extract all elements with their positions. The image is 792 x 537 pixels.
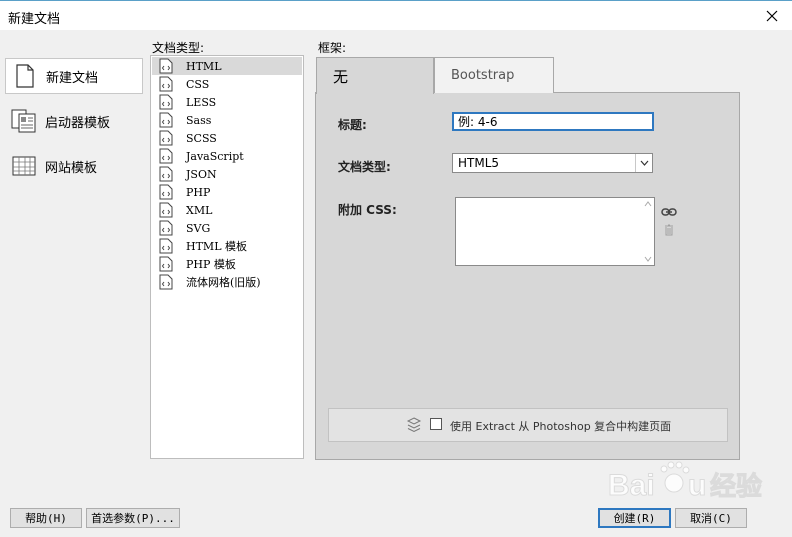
code-file-icon: [159, 148, 173, 164]
doctype-label: HTML: [186, 59, 222, 73]
doctype-label: JSON: [186, 167, 217, 181]
site-template-icon: [11, 153, 37, 179]
doctype-label: PHP: [186, 185, 211, 199]
doctype-label: XML: [186, 203, 213, 217]
close-button[interactable]: [752, 1, 792, 30]
code-file-icon: [159, 238, 173, 254]
svg-text:u: u: [688, 469, 706, 502]
css-field-label: 附加 CSS:: [338, 203, 397, 217]
tab-none[interactable]: 无: [316, 57, 434, 94]
scroll-up-icon[interactable]: [644, 201, 652, 207]
doctype-item-php[interactable]: PHP: [152, 183, 302, 201]
doctype-item-html-template[interactable]: HTML 模板: [152, 237, 302, 255]
doctype-section-label: 文档类型:: [152, 41, 205, 55]
code-file-icon: [159, 94, 173, 110]
scroll-down-icon[interactable]: [644, 256, 652, 262]
category-label: 新建文档: [46, 70, 99, 86]
starter-template-icon: [11, 108, 37, 134]
code-file-icon: [159, 130, 173, 146]
title-bar: 新建文档: [0, 0, 792, 30]
doctype-item-css[interactable]: CSS: [152, 75, 302, 93]
code-file-icon: [159, 166, 173, 182]
framework-section-label: 框架:: [318, 41, 347, 55]
doctype-label: CSS: [186, 77, 210, 91]
title-field-label: 标题:: [338, 118, 367, 132]
attach-css-list[interactable]: [455, 197, 655, 266]
title-input[interactable]: 例: 4-6: [452, 112, 654, 131]
doctype-list[interactable]: HTML CSS LESS Sass SCSS JavaScript JSON …: [150, 55, 304, 459]
tab-bootstrap[interactable]: Bootstrap: [434, 57, 554, 93]
svg-text:Bai: Bai: [608, 469, 655, 502]
link-icon[interactable]: [661, 206, 677, 218]
extract-layers-icon: [406, 417, 422, 433]
baidu-watermark: Bai u 经验: [608, 461, 763, 503]
help-button[interactable]: 帮助(H): [10, 508, 82, 528]
doctype-label: Sass: [186, 113, 212, 127]
doctype-item-less[interactable]: LESS: [152, 93, 302, 111]
code-file-icon: [159, 184, 173, 200]
chevron-down-icon[interactable]: [635, 154, 652, 172]
doctype-select-value: HTML5: [458, 156, 500, 170]
doctype-label: SVG: [186, 221, 211, 235]
trash-icon[interactable]: [664, 224, 674, 236]
category-starter-templates[interactable]: 启动器模板: [5, 103, 143, 139]
code-file-icon: [159, 220, 173, 236]
title-input-value: 例: 4-6: [458, 115, 498, 129]
doctype-label: HTML 模板: [186, 240, 247, 253]
tab-label: 无: [333, 67, 349, 86]
doctype-item-json[interactable]: JSON: [152, 165, 302, 183]
code-file-icon: [159, 274, 173, 290]
doctype-item-fluid-grid[interactable]: 流体网格(旧版): [152, 273, 302, 291]
code-file-icon: [159, 256, 173, 272]
extract-label: 使用 Extract 从 Photoshop 复合中构建页面: [450, 420, 672, 433]
code-file-icon: [159, 58, 173, 74]
preferences-button-label: 首选参数(P)...: [91, 512, 175, 525]
doctype-item-xml[interactable]: XML: [152, 201, 302, 219]
doctype-item-php-template[interactable]: PHP 模板: [152, 255, 302, 273]
doctype-label: SCSS: [186, 131, 217, 145]
doctype-item-javascript[interactable]: JavaScript: [152, 147, 302, 165]
extract-checkbox[interactable]: [430, 418, 442, 430]
doctype-item-sass[interactable]: Sass: [152, 111, 302, 129]
category-label: 启动器模板: [45, 115, 111, 131]
doctype-field-label: 文档类型:: [338, 160, 391, 174]
code-file-icon: [159, 112, 173, 128]
category-site-templates[interactable]: 网站模板: [5, 148, 143, 184]
help-button-label: 帮助(H): [25, 512, 67, 525]
code-file-icon: [159, 202, 173, 218]
doctype-label: LESS: [186, 95, 217, 109]
code-file-icon: [159, 76, 173, 92]
doctype-item-svg[interactable]: SVG: [152, 219, 302, 237]
doctype-select[interactable]: HTML5: [452, 153, 653, 173]
doctype-label: 流体网格(旧版): [186, 276, 261, 289]
window-title: 新建文档: [8, 12, 61, 27]
blank-page-icon: [12, 63, 38, 89]
framework-panel: [315, 92, 740, 460]
preferences-button[interactable]: 首选参数(P)...: [86, 508, 180, 528]
doctype-label: JavaScript: [186, 149, 244, 163]
doctype-item-scss[interactable]: SCSS: [152, 129, 302, 147]
close-icon: [766, 10, 778, 21]
svg-text:经验: 经验: [710, 471, 762, 502]
doctype-label: PHP 模板: [186, 258, 236, 271]
category-new-document[interactable]: 新建文档: [5, 58, 143, 94]
tab-label: Bootstrap: [451, 68, 515, 83]
doctype-item-html[interactable]: HTML: [152, 57, 302, 75]
category-label: 网站模板: [45, 160, 98, 176]
